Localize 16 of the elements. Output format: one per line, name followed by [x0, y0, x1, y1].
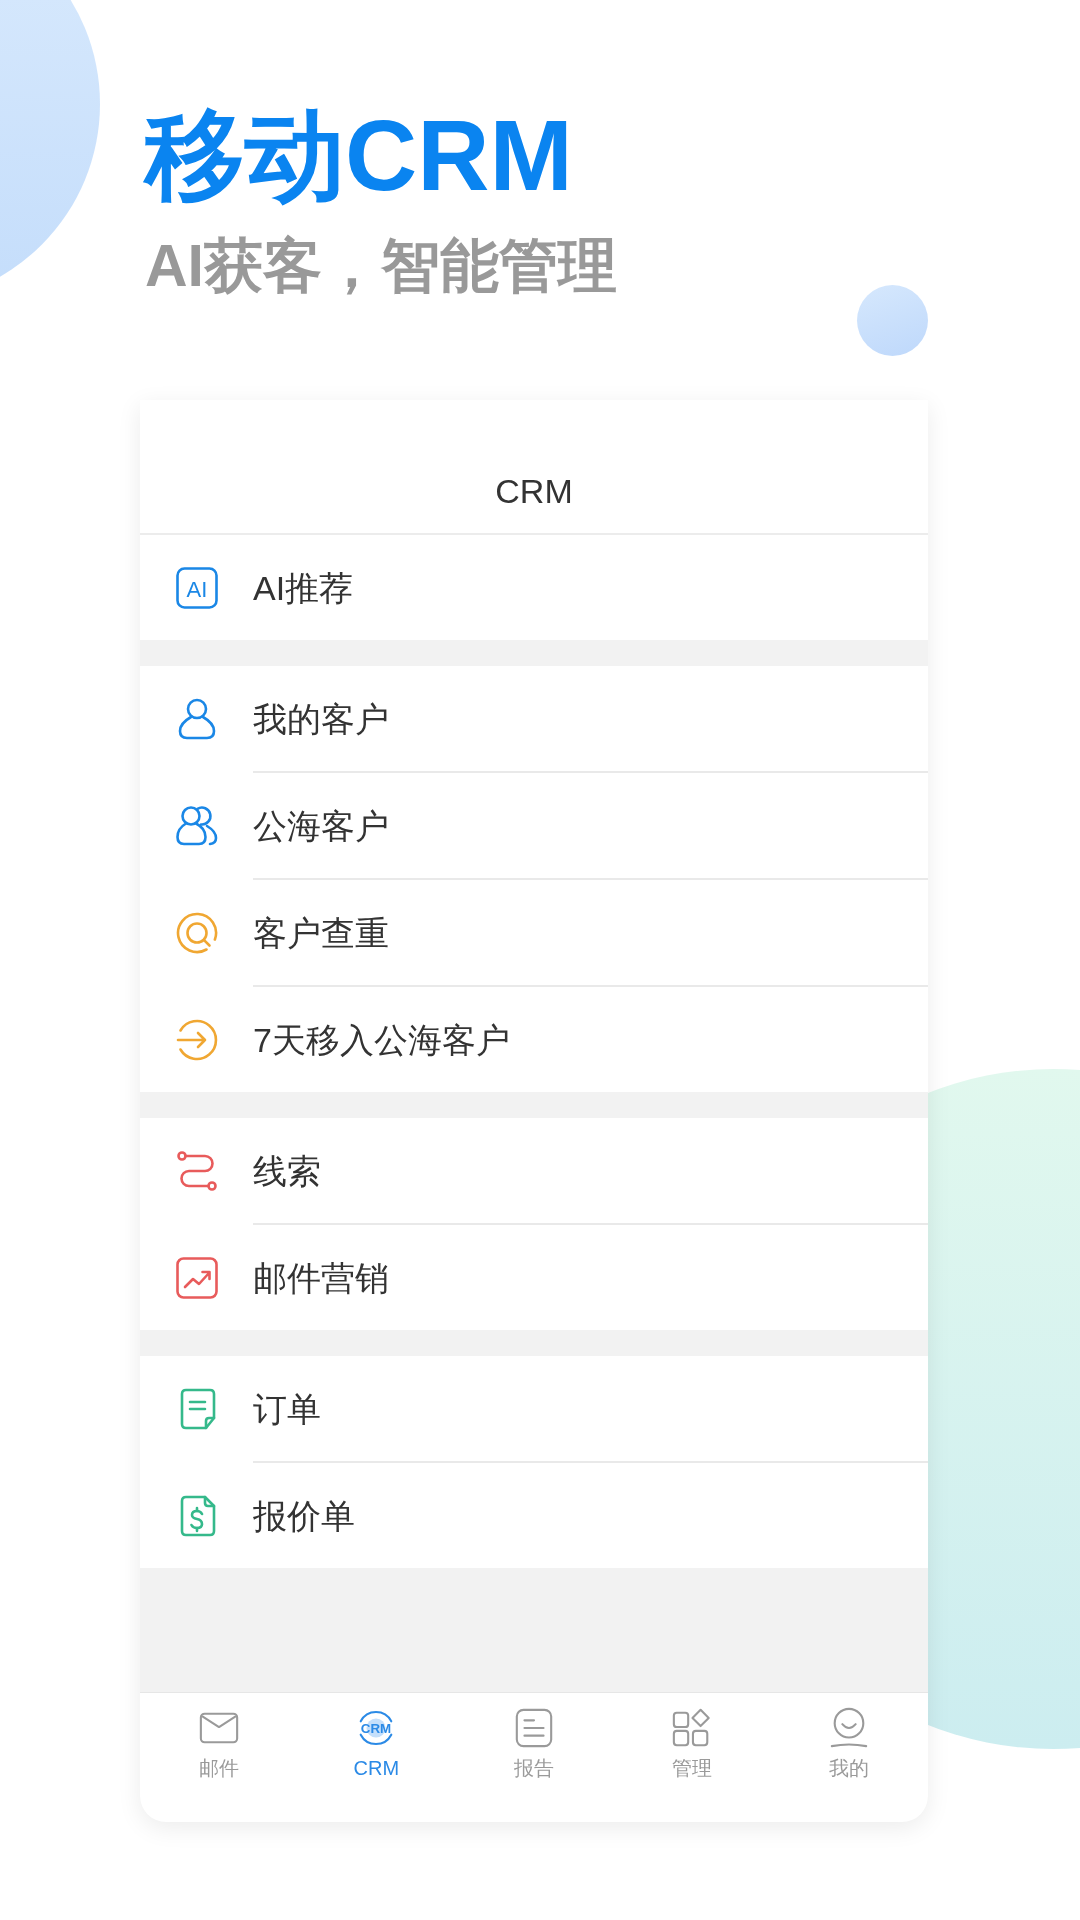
- ai-badge-icon: AI: [175, 565, 219, 610]
- menu-item[interactable]: 线索: [140, 1118, 928, 1223]
- tab[interactable]: CRM CRM: [297, 1693, 456, 1822]
- menu-item[interactable]: 我的客户: [140, 666, 928, 771]
- menu-item[interactable]: 7天移入公海客户: [140, 987, 928, 1092]
- menu-item[interactable]: 订单: [140, 1356, 928, 1461]
- menu-item[interactable]: 邮件营销: [140, 1225, 928, 1330]
- menu-item[interactable]: AI AI推荐: [140, 535, 928, 640]
- apps-icon: [670, 1707, 713, 1749]
- menu-item[interactable]: 公海客户: [140, 773, 928, 878]
- tagline: AI获客，智能管理: [145, 232, 617, 301]
- menu-item[interactable]: 报价单: [140, 1463, 928, 1568]
- headline: 移动CRM: [145, 100, 573, 210]
- screen-title: CRM: [495, 471, 573, 511]
- report-icon: [513, 1707, 555, 1749]
- menu-item[interactable]: 客户查重: [140, 880, 928, 985]
